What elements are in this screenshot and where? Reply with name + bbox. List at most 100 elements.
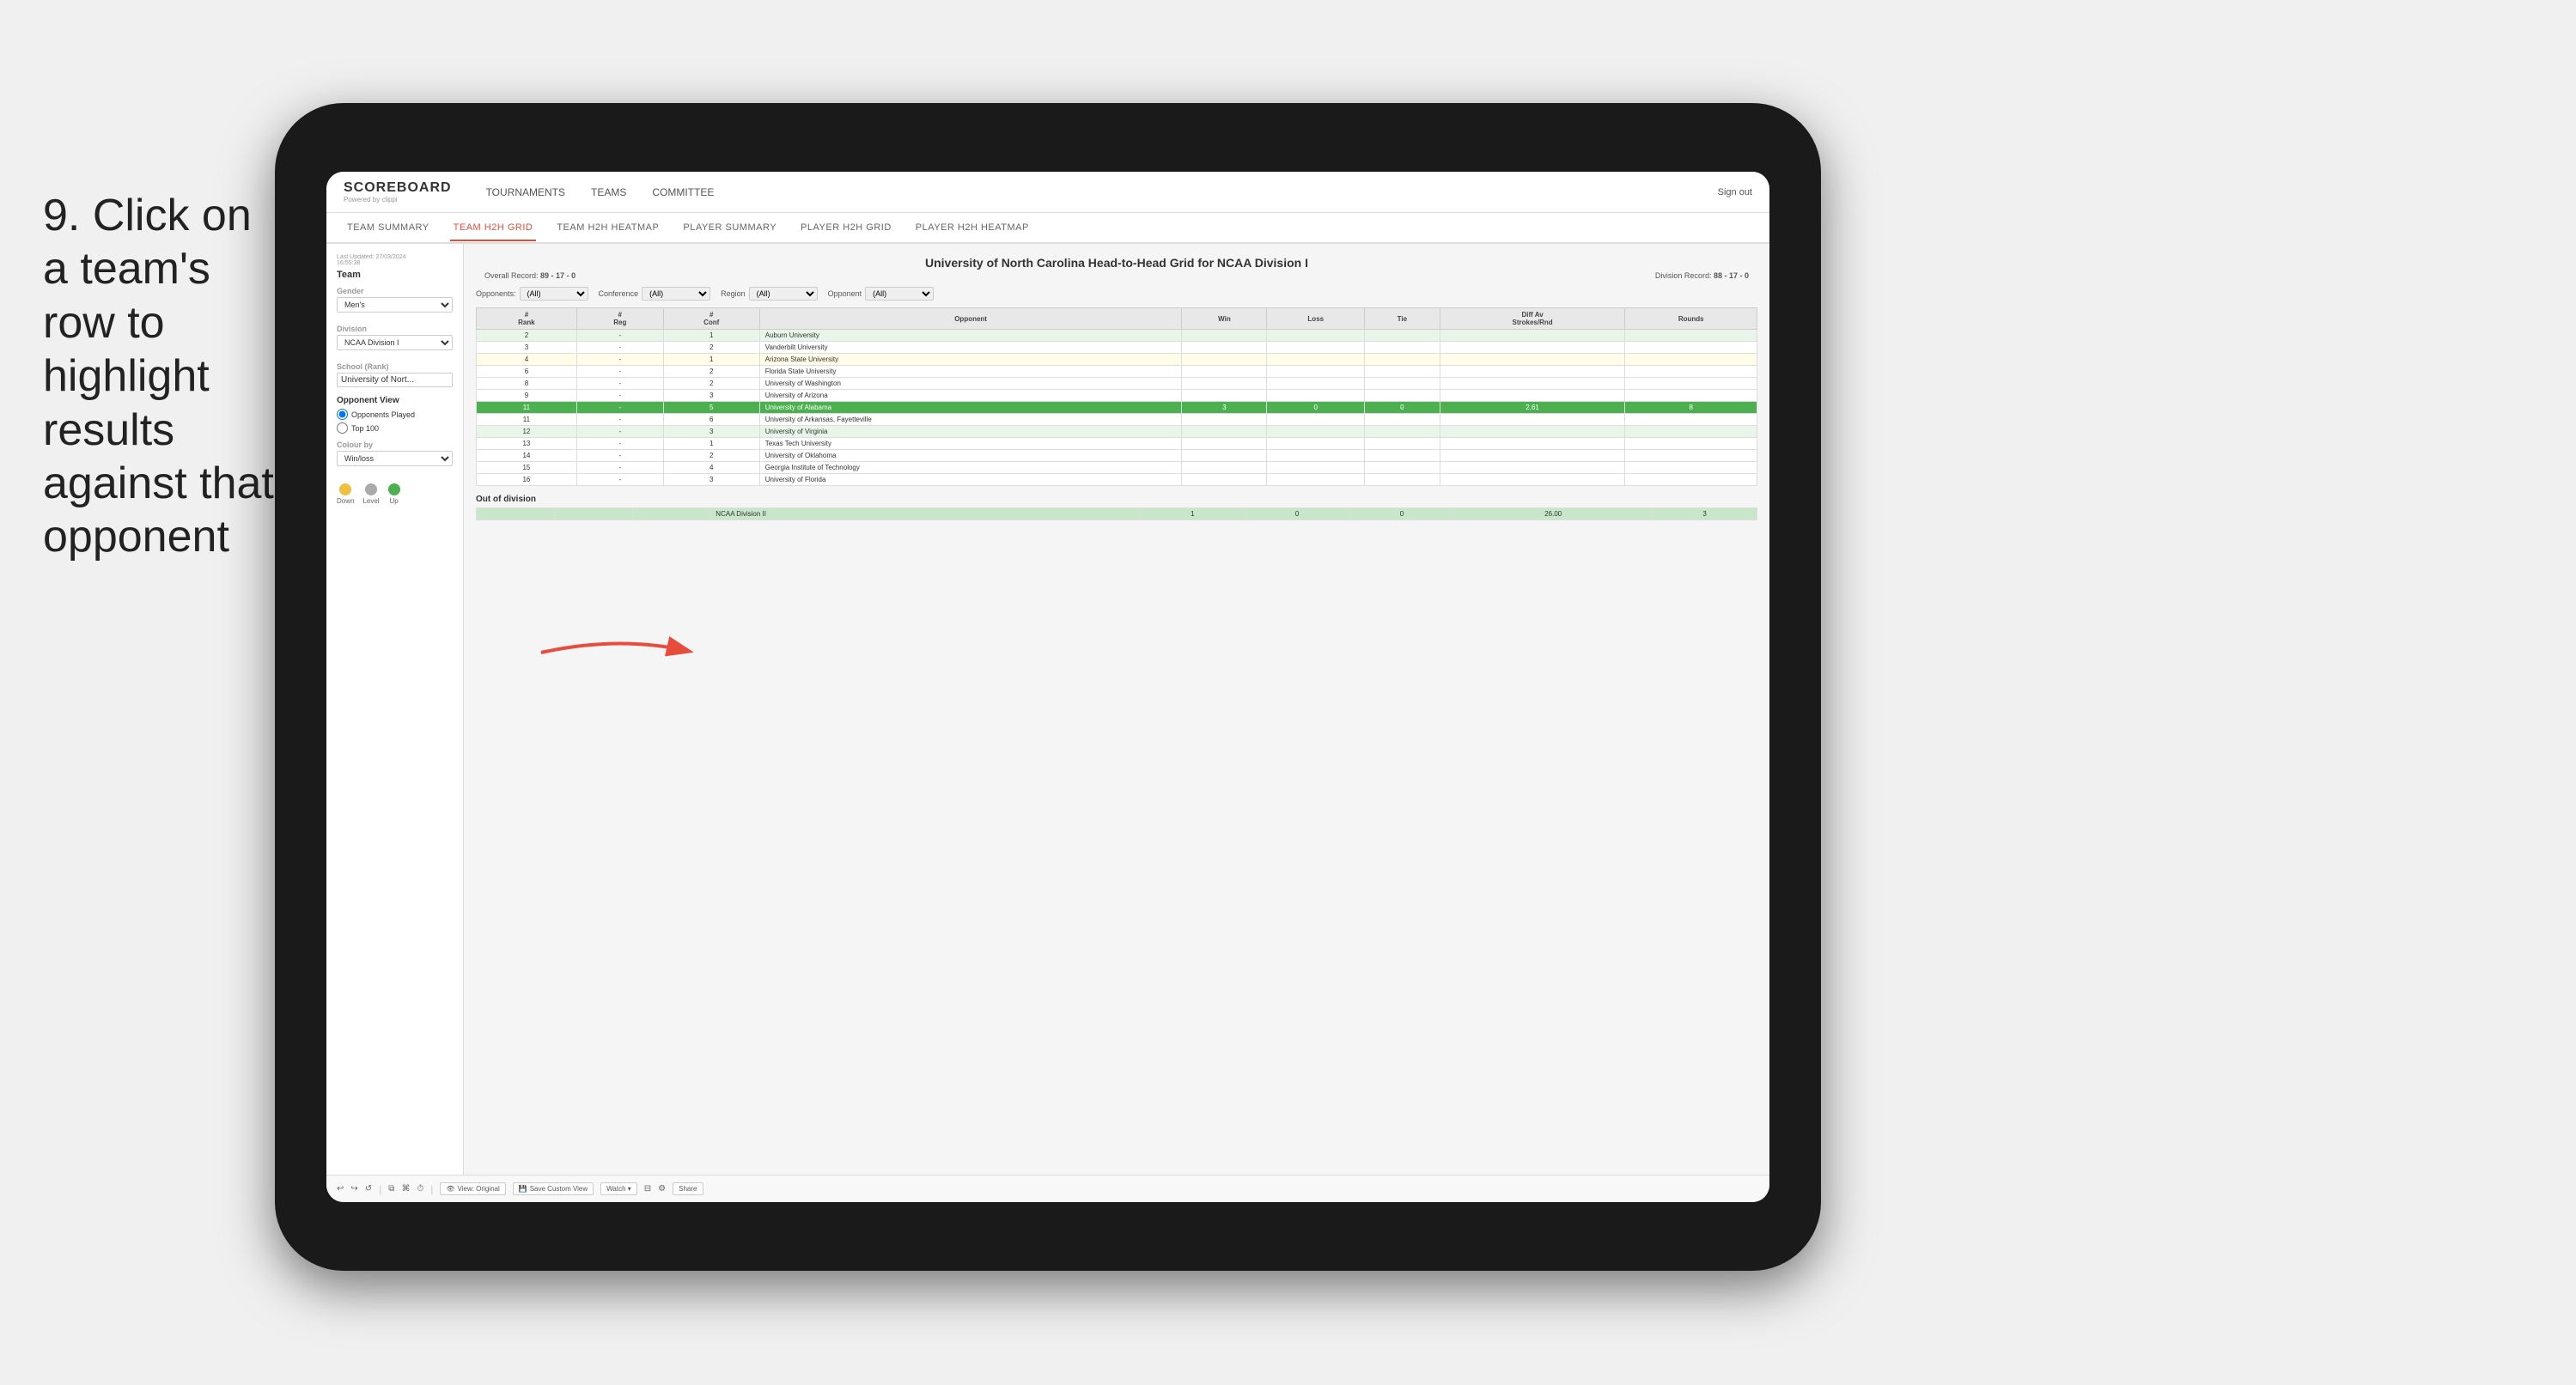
- school-value[interactable]: University of Nort...: [337, 373, 453, 387]
- out-of-division-section: Out of division NCAA Division II 1 0 0: [476, 495, 1757, 520]
- cell-conf: 6: [663, 414, 759, 426]
- division-record-value: 88 - 17 - 0: [1714, 271, 1749, 280]
- cell-rounds: [1625, 390, 1757, 402]
- cell-conf: 2: [663, 366, 759, 378]
- cell-opponent: University of Washington: [759, 378, 1182, 390]
- table-row[interactable]: 11-6University of Arkansas, Fayetteville: [477, 414, 1757, 426]
- cell-loss: [1267, 474, 1365, 486]
- tablet-frame: SCOREBOARD Powered by clippi TOURNAMENTS…: [275, 103, 1821, 1271]
- settings-icon[interactable]: ⚙: [658, 1184, 666, 1194]
- th-rank: #Rank: [477, 308, 577, 330]
- cell-opponent: University of Oklahoma: [759, 450, 1182, 462]
- cell-reg: -: [576, 378, 663, 390]
- cell-rank: 2: [477, 330, 577, 342]
- nav-tournaments[interactable]: TOURNAMENTS: [486, 183, 565, 202]
- legend-dot-down: [339, 483, 351, 495]
- cell-loss: [1267, 414, 1365, 426]
- redo-icon[interactable]: ↪: [350, 1184, 357, 1194]
- table-row[interactable]: 9-3University of Arizona: [477, 390, 1757, 402]
- legend-dot-up: [388, 483, 400, 495]
- cell-rounds: [1625, 462, 1757, 474]
- cell-opponent: University of Arkansas, Fayetteville: [759, 414, 1182, 426]
- table-row[interactable]: 12-3University of Virginia: [477, 426, 1757, 438]
- cell-opponent: Georgia Institute of Technology: [759, 462, 1182, 474]
- tab-team-h2h-heatmap[interactable]: TEAM H2H HEATMAP: [553, 216, 662, 240]
- cell-opponent: Auburn University: [759, 330, 1182, 342]
- cell-conf: 2: [663, 450, 759, 462]
- cell-rank: 11: [477, 402, 577, 414]
- table-row[interactable]: 8-2University of Washington: [477, 378, 1757, 390]
- overall-record-label: Overall Record:: [484, 271, 539, 280]
- cell-diff: [1440, 390, 1625, 402]
- cell-loss: [1267, 438, 1365, 450]
- present-icon[interactable]: ⊟: [644, 1184, 651, 1194]
- cell-reg: -: [576, 390, 663, 402]
- cell-rounds: [1625, 450, 1757, 462]
- tab-player-h2h-grid[interactable]: PLAYER H2H GRID: [797, 216, 895, 240]
- opponent-filter-select[interactable]: (All): [865, 287, 934, 301]
- undo-icon[interactable]: ↩: [337, 1184, 344, 1194]
- radio-top100[interactable]: Top 100: [337, 422, 453, 434]
- table-row[interactable]: 13-1Texas Tech University: [477, 438, 1757, 450]
- table-row[interactable]: 14-2University of Oklahoma: [477, 450, 1757, 462]
- cell-rank: 13: [477, 438, 577, 450]
- paste-icon[interactable]: ⌘: [401, 1184, 410, 1194]
- legend-down-label: Down: [337, 497, 354, 505]
- conference-select[interactable]: (All): [642, 287, 710, 301]
- out-of-division-row[interactable]: NCAA Division II 1 0 0 26.00 3: [477, 508, 1757, 520]
- cell-rounds: [1625, 342, 1757, 354]
- overall-record-value: 89 - 17 - 0: [540, 271, 575, 280]
- opponent-view-radios: Opponents Played Top 100: [337, 409, 453, 434]
- cell-diff: [1440, 366, 1625, 378]
- gender-select[interactable]: Men's: [337, 297, 453, 313]
- tab-player-summary[interactable]: PLAYER SUMMARY: [679, 216, 780, 240]
- table-row[interactable]: 6-2Florida State University: [477, 366, 1757, 378]
- history-icon[interactable]: ⏱: [417, 1184, 423, 1194]
- revert-icon[interactable]: ↺: [365, 1184, 372, 1194]
- cell-win: [1182, 474, 1267, 486]
- tab-player-h2h-heatmap[interactable]: PLAYER H2H HEATMAP: [912, 216, 1032, 240]
- opponents-select[interactable]: (All): [520, 287, 588, 301]
- table-row[interactable]: 3-2Vanderbilt University: [477, 342, 1757, 354]
- logo-area: SCOREBOARD Powered by clippi: [344, 180, 452, 203]
- filter-region: Region (All): [721, 287, 818, 301]
- cell-tie: [1365, 450, 1440, 462]
- tab-team-h2h-grid[interactable]: TEAM H2H GRID: [450, 216, 537, 241]
- share-btn[interactable]: Share: [673, 1182, 703, 1195]
- cell-loss: [1267, 342, 1365, 354]
- table-row[interactable]: 16-3University of Florida: [477, 474, 1757, 486]
- sign-out[interactable]: Sign out: [1718, 187, 1752, 197]
- th-opponent: Opponent: [759, 308, 1182, 330]
- cell-tie: [1365, 462, 1440, 474]
- cell-reg: -: [576, 426, 663, 438]
- copy-icon[interactable]: ⧉: [388, 1184, 394, 1194]
- cell-opponent: Arizona State University: [759, 354, 1182, 366]
- division-select[interactable]: NCAA Division I: [337, 335, 453, 350]
- tab-team-summary[interactable]: TEAM SUMMARY: [344, 216, 433, 240]
- main-content: Last Updated: 27/03/2024 16:55:38 Team G…: [326, 244, 1769, 1175]
- table-row[interactable]: 4-1Arizona State University: [477, 354, 1757, 366]
- cell-tie: [1365, 354, 1440, 366]
- cell-diff: [1440, 342, 1625, 354]
- save-custom-btn[interactable]: 💾 Save Custom View: [513, 1182, 594, 1195]
- watch-btn[interactable]: Watch ▾: [600, 1182, 637, 1195]
- cell-win: [1182, 342, 1267, 354]
- colour-by-select[interactable]: Win/loss: [337, 451, 453, 466]
- table-row[interactable]: 15-4Georgia Institute of Technology: [477, 462, 1757, 474]
- odd-conf: [632, 508, 710, 520]
- cell-win: [1182, 438, 1267, 450]
- last-updated: Last Updated: 27/03/2024 16:55:38: [337, 254, 453, 266]
- nav-teams[interactable]: TEAMS: [591, 183, 626, 202]
- filter-conference: Conference (All): [599, 287, 711, 301]
- view-original-btn[interactable]: 👁 View: Original: [440, 1182, 505, 1195]
- cell-rounds: [1625, 366, 1757, 378]
- cell-rank: 3: [477, 342, 577, 354]
- region-select[interactable]: (All): [749, 287, 818, 301]
- nav-committee[interactable]: COMMITTEE: [652, 183, 714, 202]
- table-row[interactable]: 11-5University of Alabama3002.618: [477, 402, 1757, 414]
- table-row[interactable]: 2-1Auburn University: [477, 330, 1757, 342]
- radio-opponents-played[interactable]: Opponents Played: [337, 409, 453, 420]
- cell-win: [1182, 330, 1267, 342]
- cell-conf: 4: [663, 462, 759, 474]
- cell-reg: -: [576, 414, 663, 426]
